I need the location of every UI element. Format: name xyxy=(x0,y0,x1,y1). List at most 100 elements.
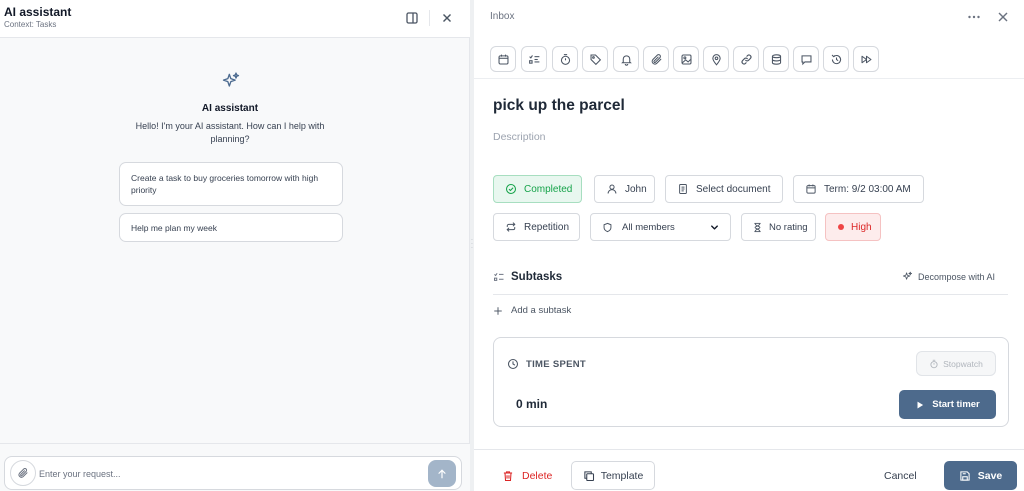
play-icon xyxy=(917,401,924,408)
split-view-icon[interactable] xyxy=(404,10,420,26)
priority-label: High xyxy=(851,221,872,233)
rating-label: No rating xyxy=(769,221,808,233)
template-button[interactable]: Template xyxy=(571,461,655,490)
trash-icon xyxy=(503,471,513,482)
bell-icon xyxy=(620,54,632,66)
repetition-chip[interactable]: Repetition xyxy=(493,213,580,241)
close-task-icon[interactable] xyxy=(995,9,1011,25)
time-spent-value: 0 min xyxy=(516,397,548,411)
document-label: Select document xyxy=(696,183,771,195)
cancel-button[interactable]: Cancel xyxy=(884,462,917,490)
shield-icon xyxy=(602,222,613,233)
checklist-button[interactable] xyxy=(521,46,547,72)
timer-button[interactable] xyxy=(552,46,578,72)
decompose-label: Decompose with AI xyxy=(918,271,996,282)
stopwatch-button[interactable]: Stopwatch xyxy=(916,351,996,376)
request-input-bar xyxy=(4,456,462,490)
save-button[interactable]: Save xyxy=(944,461,1017,490)
repeat-icon xyxy=(505,221,517,233)
comment-icon xyxy=(801,54,811,65)
subtasks-icon xyxy=(493,271,505,283)
link-button[interactable] xyxy=(733,46,759,72)
save-label: Save xyxy=(977,469,1003,482)
close-icon[interactable] xyxy=(439,10,455,26)
clock-icon xyxy=(507,358,519,370)
assistant-title: AI assistant xyxy=(4,5,72,19)
location-button[interactable] xyxy=(703,46,729,72)
toolbar-divider xyxy=(474,78,1024,79)
term-label: Term: 9/2 03:00 AM xyxy=(824,183,911,195)
task-detail-panel: Inbox pick up the parcel Description Com… xyxy=(474,0,1024,491)
document-chip[interactable]: Select document xyxy=(665,175,783,203)
send-button[interactable] xyxy=(428,460,456,487)
status-chip[interactable]: Completed xyxy=(493,175,582,203)
skip-button[interactable] xyxy=(853,46,879,72)
delete-label: Delete xyxy=(522,470,553,482)
stopwatch-label: Stopwatch xyxy=(943,358,983,369)
request-input[interactable] xyxy=(39,466,419,482)
more-options-icon[interactable] xyxy=(966,9,982,25)
priority-dot-icon xyxy=(838,224,844,230)
document-icon xyxy=(677,183,689,195)
comment-button[interactable] xyxy=(793,46,819,72)
assignee-chip[interactable]: John xyxy=(594,175,655,203)
repetition-label: Repetition xyxy=(524,221,570,233)
term-chip[interactable]: Term: 9/2 03:00 AM xyxy=(793,175,924,203)
start-timer-label: Start timer xyxy=(932,399,980,410)
history-button[interactable] xyxy=(823,46,849,72)
location-icon xyxy=(711,53,721,66)
assistant-greeting: Hello! I'm your AI assistant. How can I … xyxy=(135,121,325,144)
assignee-label: John xyxy=(625,183,647,195)
subtasks-title: Subtasks xyxy=(511,271,563,283)
attachment-button[interactable] xyxy=(643,46,669,72)
user-icon xyxy=(606,183,618,195)
members-selected: All members xyxy=(622,221,675,233)
ai-assistant-panel: AI assistant Context: Tasks AI assistant… xyxy=(0,0,470,491)
save-icon xyxy=(960,470,970,481)
priority-chip[interactable]: High xyxy=(825,213,881,241)
time-spent-card: TIME SPENT Stopwatch 0 min Start timer xyxy=(493,337,1009,427)
fast-forward-icon xyxy=(861,55,871,63)
link-icon xyxy=(740,53,752,65)
check-circle-icon xyxy=(505,183,517,195)
header-divider xyxy=(429,10,430,26)
sparkles-icon xyxy=(221,71,241,91)
reminder-button[interactable] xyxy=(613,46,639,72)
timer-icon xyxy=(560,53,570,65)
suggestion-chip[interactable]: Help me plan my week xyxy=(119,213,343,242)
calendar-icon xyxy=(498,54,508,64)
calendar-button[interactable] xyxy=(490,46,516,72)
history-icon xyxy=(831,54,841,64)
attach-button[interactable] xyxy=(10,460,36,486)
tag-button[interactable] xyxy=(582,46,608,72)
rating-chip[interactable]: No rating xyxy=(741,213,816,241)
paperclip-icon xyxy=(651,53,661,65)
delete-button[interactable]: Delete xyxy=(502,462,552,490)
tag-icon xyxy=(590,54,601,65)
footer-divider xyxy=(474,449,1024,450)
chevron-down-icon xyxy=(709,222,720,233)
start-timer-button[interactable]: Start timer xyxy=(899,390,996,419)
database-button[interactable] xyxy=(763,46,789,72)
suggestion-chip[interactable]: Create a task to buy groceries tomorrow … xyxy=(119,162,343,206)
add-subtask-button[interactable]: Add a subtask xyxy=(493,305,571,316)
calendar-icon xyxy=(805,183,817,195)
subtasks-divider xyxy=(493,294,1008,295)
database-icon xyxy=(771,53,781,65)
assistant-header: AI assistant Context: Tasks xyxy=(0,0,470,38)
list-breadcrumb[interactable]: Inbox xyxy=(490,11,514,22)
add-subtask-label: Add a subtask xyxy=(511,305,572,316)
image-button[interactable] xyxy=(673,46,699,72)
assistant-heading: AI assistant xyxy=(201,103,259,114)
assistant-context: Context: Tasks xyxy=(4,20,57,29)
hourglass-icon xyxy=(752,222,763,233)
plus-icon xyxy=(494,306,502,315)
task-description[interactable]: Description xyxy=(493,131,546,143)
stopwatch-icon xyxy=(930,359,938,368)
decompose-ai-button[interactable]: Decompose with AI xyxy=(902,271,995,282)
members-select[interactable]: All members xyxy=(590,213,731,241)
copy-icon xyxy=(584,470,594,481)
template-label: Template xyxy=(600,469,644,482)
image-icon xyxy=(681,54,691,64)
task-title[interactable]: pick up the parcel xyxy=(493,97,625,115)
